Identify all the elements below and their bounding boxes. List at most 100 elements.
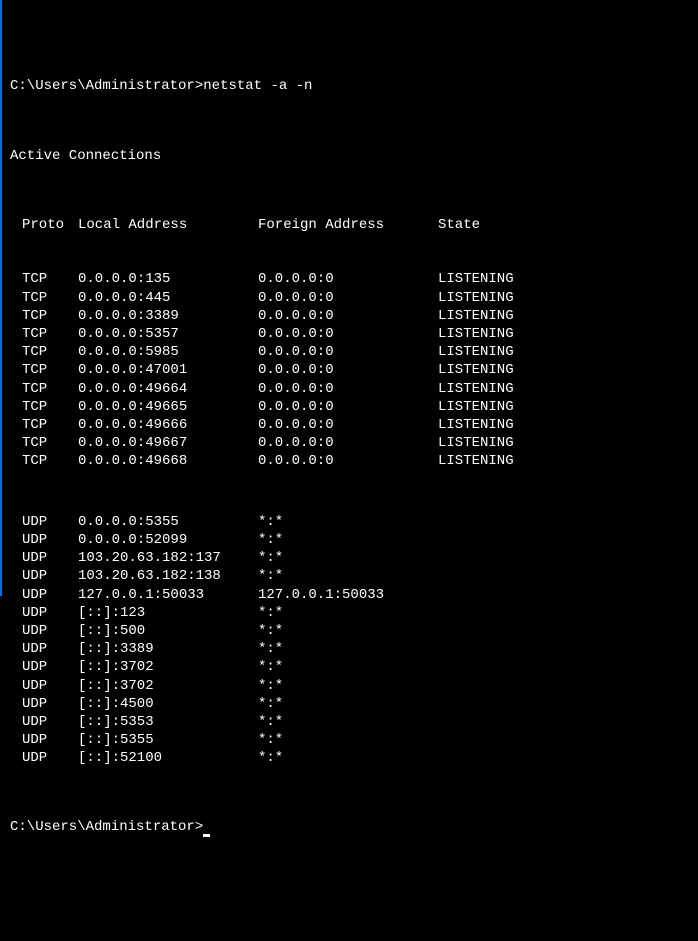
prompt-path: C:\Users\Administrator> [10,819,203,835]
cell-state [438,549,690,567]
table-row: TCP0.0.0.0:33890.0.0.0:0LISTENING [10,307,690,325]
prompt-line-1: C:\Users\Administrator>netstat -a -n [10,77,690,95]
cell-foreign: *:* [258,567,438,585]
cell-state: LISTENING [438,452,690,470]
table-row: UDP[::]:52100*:* [10,749,690,767]
cell-foreign: 0.0.0.0:0 [258,416,438,434]
cell-foreign: *:* [258,677,438,695]
header-state: State [438,216,690,234]
cell-proto: TCP [22,307,78,325]
cell-proto: UDP [22,640,78,658]
table-row: UDP[::]:123*:* [10,604,690,622]
cell-foreign: *:* [258,513,438,531]
cell-proto: UDP [22,622,78,640]
header-foreign: Foreign Address [258,216,438,234]
cell-state [438,604,690,622]
table-row: TCP0.0.0.0:1350.0.0.0:0LISTENING [10,270,690,288]
cell-local: 0.0.0.0:47001 [78,361,258,379]
cell-state: LISTENING [438,434,690,452]
cell-state: LISTENING [438,380,690,398]
cell-state [438,749,690,767]
cell-foreign: *:* [258,640,438,658]
cell-proto: TCP [22,343,78,361]
cell-foreign: *:* [258,531,438,549]
table-row: UDP[::]:5355*:* [10,731,690,749]
cell-proto: TCP [22,434,78,452]
tcp-rows: TCP0.0.0.0:1350.0.0.0:0LISTENINGTCP0.0.0… [10,270,690,470]
table-row: UDP0.0.0.0:5355*:* [10,513,690,531]
cell-proto: TCP [22,270,78,288]
cell-proto: UDP [22,713,78,731]
cell-foreign: *:* [258,713,438,731]
cell-local: 0.0.0.0:49665 [78,398,258,416]
cell-proto: TCP [22,325,78,343]
cell-proto: TCP [22,398,78,416]
table-row: TCP0.0.0.0:470010.0.0.0:0LISTENING [10,361,690,379]
cell-foreign: 0.0.0.0:0 [258,380,438,398]
cell-local: 0.0.0.0:5357 [78,325,258,343]
cell-local: 127.0.0.1:50033 [78,586,258,604]
spacer [10,489,690,495]
cell-foreign: 127.0.0.1:50033 [258,586,438,604]
cell-local: 0.0.0.0:49668 [78,452,258,470]
cell-state [438,677,690,695]
table-row: UDP[::]:4500*:* [10,695,690,713]
cell-proto: UDP [22,749,78,767]
cell-state [438,695,690,713]
table-row: UDP[::]:500*:* [10,622,690,640]
cell-state: LISTENING [438,307,690,325]
cell-state [438,567,690,585]
cell-proto: TCP [22,380,78,398]
cell-local: [::]:3389 [78,640,258,658]
table-row: UDP[::]:5353*:* [10,713,690,731]
cell-local: 0.0.0.0:52099 [78,531,258,549]
cell-proto: UDP [22,677,78,695]
cell-state: LISTENING [438,270,690,288]
cell-state [438,658,690,676]
cell-proto: UDP [22,513,78,531]
udp-rows: UDP0.0.0.0:5355*:*UDP0.0.0.0:52099*:*UDP… [10,513,690,768]
table-row: TCP0.0.0.0:496640.0.0.0:0LISTENING [10,380,690,398]
table-row: TCP0.0.0.0:53570.0.0.0:0LISTENING [10,325,690,343]
prompt-line-2[interactable]: C:\Users\Administrator> [10,818,690,836]
cell-state [438,531,690,549]
cell-foreign: 0.0.0.0:0 [258,434,438,452]
cell-foreign: 0.0.0.0:0 [258,398,438,416]
cell-proto: TCP [22,416,78,434]
table-row: TCP0.0.0.0:4450.0.0.0:0LISTENING [10,289,690,307]
table-header: Proto Local Address Foreign Address Stat… [10,216,690,234]
cell-state [438,713,690,731]
cell-state [438,640,690,658]
cell-proto: UDP [22,695,78,713]
cell-proto: UDP [22,586,78,604]
table-row: TCP0.0.0.0:496670.0.0.0:0LISTENING [10,434,690,452]
cell-proto: UDP [22,549,78,567]
cell-proto: UDP [22,731,78,749]
header-local: Local Address [78,216,258,234]
cell-foreign: 0.0.0.0:0 [258,307,438,325]
cell-local: 103.20.63.182:138 [78,567,258,585]
cell-local: 0.0.0.0:135 [78,270,258,288]
cell-proto: TCP [22,289,78,307]
table-row: UDP[::]:3702*:* [10,658,690,676]
cell-local: [::]:52100 [78,749,258,767]
cell-foreign: *:* [258,658,438,676]
cell-local: 0.0.0.0:3389 [78,307,258,325]
table-row: UDP103.20.63.182:137*:* [10,549,690,567]
cell-state: LISTENING [438,325,690,343]
section-title: Active Connections [10,147,690,165]
cell-proto: UDP [22,531,78,549]
cell-state: LISTENING [438,289,690,307]
cell-state: LISTENING [438,416,690,434]
cell-local: [::]:3702 [78,677,258,695]
cell-state: LISTENING [438,398,690,416]
table-row: TCP0.0.0.0:496680.0.0.0:0LISTENING [10,452,690,470]
header-proto: Proto [22,216,78,234]
cell-state [438,731,690,749]
cell-state [438,586,690,604]
table-row: UDP0.0.0.0:52099*:* [10,531,690,549]
cell-foreign: *:* [258,749,438,767]
cell-local: 0.0.0.0:49667 [78,434,258,452]
cell-proto: TCP [22,361,78,379]
cell-local: [::]:3702 [78,658,258,676]
